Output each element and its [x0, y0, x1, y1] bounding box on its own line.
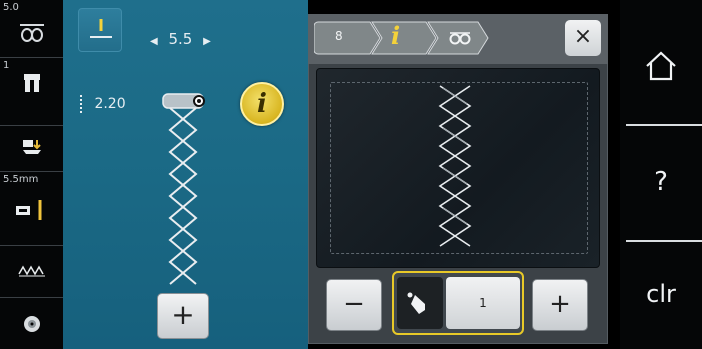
needle-position-icon — [90, 19, 112, 38]
stitch-pattern-preview — [162, 93, 205, 285]
stitch-length-value: 2.20 — [94, 96, 126, 112]
zigzag-icon — [18, 265, 45, 277]
length-indicator-icon — [80, 95, 84, 113]
home-button[interactable] — [620, 10, 702, 122]
increase-repeat-button[interactable]: + — [532, 279, 588, 331]
breadcrumb-item-stitch-number[interactable]: 8 — [335, 29, 343, 43]
width-increase-icon[interactable]: ▶ — [203, 36, 211, 47]
stitch-type-status[interactable] — [0, 246, 63, 298]
needle-status[interactable]: 5.0 — [0, 0, 63, 58]
stitch-length-control[interactable]: 2.20 — [80, 95, 126, 113]
width-decrease-icon[interactable]: ◀ — [150, 36, 158, 47]
bobbin-status[interactable] — [0, 298, 63, 349]
repeat-count-value[interactable]: 1 — [446, 277, 520, 329]
stitch-width-value: 5.5 — [168, 30, 193, 48]
breadcrumb-item-info[interactable]: i — [391, 21, 400, 50]
home-icon — [646, 51, 676, 81]
add-stitch-button[interactable]: + — [157, 293, 209, 339]
repeat-mode-button[interactable] — [397, 277, 443, 329]
help-button[interactable]: ? — [620, 126, 702, 238]
stitch-preview-pattern — [438, 85, 472, 247]
clear-button[interactable]: clr — [620, 242, 702, 346]
stitch-plate-icon — [16, 200, 42, 220]
feed-dog-status[interactable] — [0, 126, 63, 172]
feed-dog-icon — [23, 140, 41, 154]
presser-foot-icon — [24, 74, 40, 92]
stitch-width-control[interactable]: ◀ 5.5 ▶ — [150, 30, 211, 48]
info-button[interactable]: i — [240, 82, 284, 126]
close-dialog-button[interactable]: × — [565, 20, 601, 56]
needle-position-button[interactable] — [78, 8, 122, 52]
bobbin-icon — [24, 316, 40, 332]
presser-foot-number: 1 — [3, 60, 10, 71]
stitch-plate-value: 5.5mm — [3, 174, 39, 185]
presser-foot-status[interactable]: 1 — [0, 58, 63, 126]
hand-touch-icon — [407, 292, 425, 314]
double-needle-icon — [20, 24, 44, 42]
decrease-repeat-button[interactable]: − — [326, 279, 382, 331]
needle-value: 5.0 — [3, 2, 19, 13]
stitch-plate-status[interactable]: 5.5mm — [0, 172, 63, 246]
